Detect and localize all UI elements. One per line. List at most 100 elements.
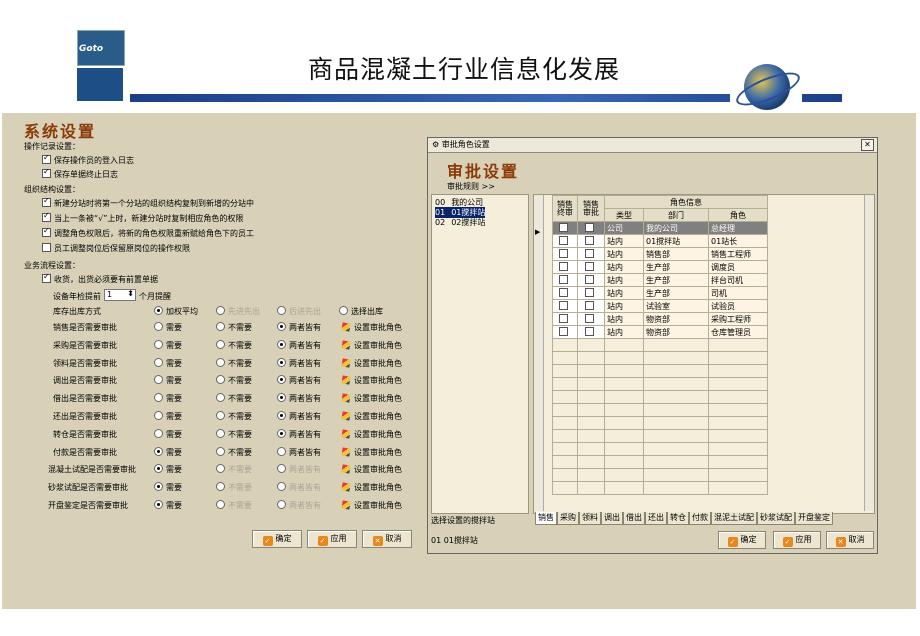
set-approval-role-link[interactable]: 设置审批角色 [341,322,402,333]
approval-option[interactable]: 需要 [154,482,182,493]
radio-button[interactable] [277,357,286,367]
approval-option[interactable]: 不需要 [216,375,252,386]
approval-option[interactable]: 不需要 [216,357,252,369]
radio-button[interactable] [216,306,225,315]
approval-option[interactable]: 两者皆有 [277,339,321,351]
checkbox[interactable] [559,223,568,232]
approval-option[interactable]: 两者皆有 [277,393,321,404]
cell[interactable] [577,286,605,300]
checkbox[interactable] [559,314,568,323]
tab-10[interactable]: 开盘鉴定 [795,512,833,525]
approval-option[interactable]: 不需要 [216,411,252,422]
table-row[interactable]: 站内 销售部 销售工程师 [552,247,768,261]
radio-button[interactable] [216,375,225,385]
tab-4[interactable]: 借出 [623,512,645,525]
approval-option[interactable]: 需要 [154,322,182,333]
dialog-cancel-button[interactable]: ✕ 取消 [826,531,874,549]
approval-option[interactable]: 两者皆有 [277,428,321,440]
approval-option[interactable]: 两者皆有 [277,500,321,511]
cell[interactable] [577,234,605,248]
cell[interactable] [577,221,605,235]
checkbox[interactable] [585,249,594,258]
checkbox[interactable] [42,272,51,283]
tab-5[interactable]: 还出 [645,512,667,525]
checkbox[interactable] [585,288,594,297]
radio-button[interactable] [216,482,225,492]
approval-option[interactable]: 不需要 [216,393,252,404]
checkbox[interactable] [585,314,594,323]
set-approval-role-link[interactable]: 设置审批角色 [341,446,402,458]
radio-button[interactable] [154,357,163,367]
radio-button[interactable] [216,446,225,456]
table-row[interactable]: 站内 生产部 司机 [552,286,768,300]
approval-option[interactable]: 需要 [154,411,182,422]
radio-button[interactable] [154,446,163,456]
approval-option[interactable]: 两者皆有 [277,411,321,422]
radio-button[interactable] [216,500,225,509]
apply-button[interactable]: ✓ 应用 [307,530,357,548]
cell[interactable] [577,325,605,339]
radio-button[interactable] [277,500,286,509]
set-approval-role-link[interactable]: 设置审批角色 [341,411,402,422]
org-option[interactable]: 新建分站时将第一个分站的组织结构复制到新增的分站中 [42,196,254,209]
approval-option[interactable]: 两者皆有 [277,322,321,333]
approval-rule-link[interactable]: 审批规则 >> [447,181,495,192]
tab-7[interactable]: 付款 [689,512,711,525]
checkbox[interactable] [585,223,594,232]
radio-button[interactable] [277,411,286,420]
checkbox[interactable] [42,153,51,164]
checkbox[interactable] [559,249,568,258]
approval-option[interactable]: 两者皆有 [277,357,321,369]
table-row[interactable]: 站内 01搅拌站 01站长 [552,234,768,248]
approval-option[interactable]: 不需要 [216,446,252,458]
org-option[interactable]: 当上一条被“√”上时，新建分站时复制相应角色的权限 [42,211,243,224]
radio-button[interactable] [154,411,163,420]
stock-method-option[interactable]: 后进先出 [277,306,321,317]
radio-button[interactable] [154,375,163,385]
radio-button[interactable] [154,393,163,403]
radio-button[interactable] [216,428,225,438]
checkbox[interactable] [42,211,51,222]
approval-option[interactable]: 需要 [154,357,182,369]
tab-8[interactable]: 混泥土试配 [711,512,757,525]
stock-method-option[interactable]: 加权平均 [154,306,198,317]
radio-button[interactable] [216,322,225,331]
cell[interactable] [577,260,605,274]
cell[interactable] [577,247,605,261]
table-row[interactable]: 站内 生产部 拌台司机 [552,273,768,287]
radio-button[interactable] [154,339,163,349]
radio-button[interactable] [216,357,225,367]
checkbox[interactable] [585,275,594,284]
tab-1[interactable]: 采购 [557,512,579,525]
radio-button[interactable] [216,339,225,349]
tab-6[interactable]: 转仓 [667,512,689,525]
set-approval-role-link[interactable]: 设置审批角色 [341,357,402,369]
approval-option[interactable]: 不需要 [216,322,252,333]
approval-option[interactable]: 不需要 [216,500,252,511]
radio-button[interactable] [216,393,225,403]
approval-option[interactable]: 不需要 [216,482,252,493]
cancel-button[interactable]: ✕ 取消 [362,530,412,548]
approval-option[interactable]: 两者皆有 [277,446,321,458]
approval-option[interactable]: 需要 [154,375,182,386]
stock-method-option[interactable]: 先进先出 [216,306,260,317]
approval-option[interactable]: 需要 [154,339,182,351]
checkbox[interactable] [559,327,568,336]
dialog-apply-button[interactable]: ✓ 应用 [773,531,821,549]
approval-option[interactable]: 两者皆有 [277,464,321,475]
tab-9[interactable]: 砂浆试配 [757,512,795,525]
org-option[interactable]: 调整角色权限后，将新的角色权限重新赋给角色下的员工 [42,226,254,239]
checkbox[interactable] [559,301,568,310]
vertical-scrollbar[interactable] [864,195,874,511]
set-approval-role-link[interactable]: 设置审批角色 [341,482,402,493]
checkbox[interactable] [559,288,568,297]
checkbox[interactable] [42,243,51,252]
station-tree[interactable]: 00 我的公司 01 01搅拌站 02 02搅拌站 [431,194,529,514]
checkbox[interactable] [42,226,51,237]
dialog-ok-button[interactable]: ✓ 确定 [718,531,766,549]
cell[interactable] [552,273,578,287]
cell[interactable] [552,299,578,313]
cell[interactable] [577,273,605,287]
radio-button[interactable] [277,482,286,492]
cell[interactable] [552,234,578,248]
